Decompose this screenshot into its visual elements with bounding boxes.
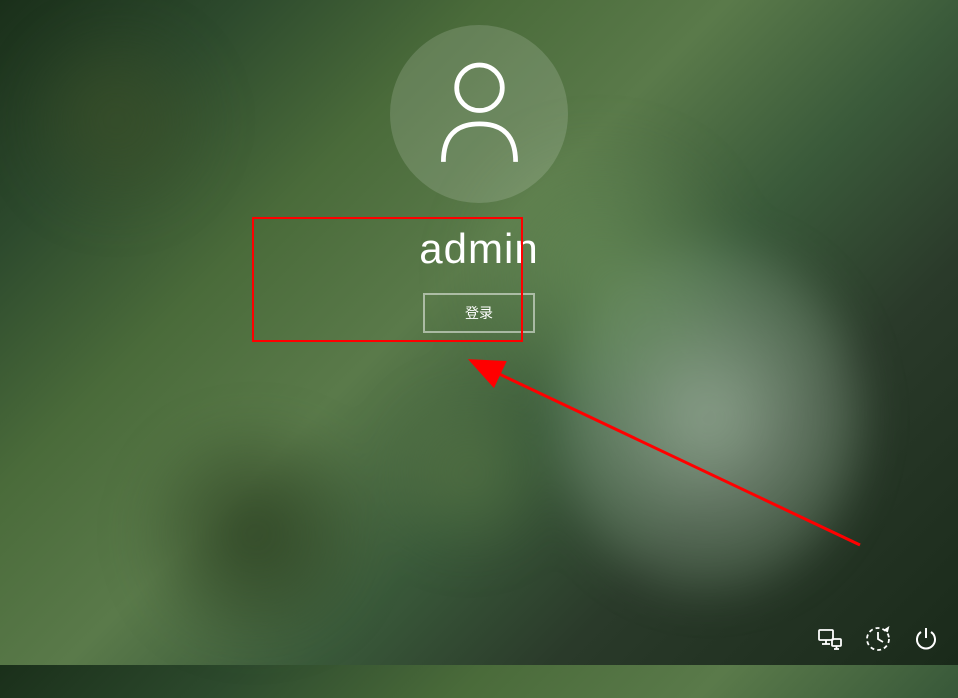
login-container: admin 登录 <box>0 25 958 333</box>
login-button[interactable]: 登录 <box>423 293 535 333</box>
system-tray <box>816 625 940 653</box>
ease-of-access-icon[interactable] <box>864 625 892 653</box>
username-label: admin <box>419 225 538 273</box>
user-avatar <box>390 25 568 203</box>
power-icon[interactable] <box>912 625 940 653</box>
person-icon <box>432 59 527 169</box>
network-icon[interactable] <box>816 625 844 653</box>
